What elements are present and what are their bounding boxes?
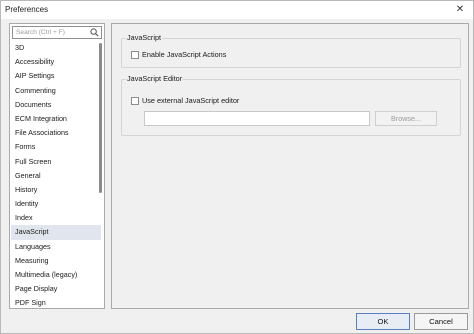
sidebar-item-file-associations[interactable]: File Associations bbox=[11, 126, 101, 140]
close-icon[interactable]: ✕ bbox=[453, 3, 467, 17]
sidebar-item-commenting[interactable]: Commenting bbox=[11, 84, 101, 98]
sidebar-item-page-display[interactable]: Page Display bbox=[11, 282, 101, 296]
enable-javascript-label: Enable JavaScript Actions bbox=[142, 50, 227, 59]
title-bar: Preferences ✕ bbox=[1, 1, 473, 19]
preferences-dialog: Preferences ✕ Search (Ctrl + F) 3D Access… bbox=[0, 0, 474, 334]
sidebar-item-javascript[interactable]: JavaScript bbox=[11, 225, 101, 240]
external-editor-row[interactable]: Use external JavaScript editor bbox=[131, 96, 239, 105]
category-sidebar: Search (Ctrl + F) 3D Accessibility AIP Set… bbox=[9, 23, 105, 309]
scroll-thumb[interactable] bbox=[99, 43, 102, 193]
ok-button[interactable]: OK bbox=[356, 313, 410, 330]
sidebar-item-full-screen[interactable]: Full Screen bbox=[11, 155, 101, 169]
sidebar-item-accessibility[interactable]: Accessibility bbox=[11, 55, 101, 69]
settings-panel: JavaScript Enable JavaScript Actions Jav… bbox=[111, 23, 469, 309]
javascript-group-label: JavaScript bbox=[126, 33, 163, 42]
cancel-button[interactable]: Cancel bbox=[414, 313, 468, 330]
sidebar-item-history[interactable]: History bbox=[11, 183, 101, 197]
sidebar-item-ecm-integration[interactable]: ECM Integration bbox=[11, 112, 101, 126]
sidebar-item-aip-settings[interactable]: AIP Settings bbox=[11, 69, 101, 83]
sidebar-item-forms[interactable]: Forms bbox=[11, 140, 101, 154]
sidebar-scrollbar[interactable] bbox=[99, 41, 103, 307]
sidebar-item-3d[interactable]: 3D bbox=[11, 41, 101, 55]
javascript-editor-group bbox=[121, 79, 461, 136]
category-list: 3D Accessibility AIP Settings Commenting Doc… bbox=[11, 41, 101, 308]
javascript-editor-group-label: JavaScript Editor bbox=[126, 74, 184, 83]
search-icon[interactable] bbox=[90, 28, 99, 37]
sidebar-item-languages[interactable]: Languages bbox=[11, 240, 101, 254]
browse-button[interactable]: Browse... bbox=[375, 111, 437, 126]
enable-javascript-row[interactable]: Enable JavaScript Actions bbox=[131, 50, 226, 59]
sidebar-item-multimedia-legacy[interactable]: Multimedia (legacy) bbox=[11, 268, 101, 282]
sidebar-item-index[interactable]: Index bbox=[11, 211, 101, 225]
sidebar-item-measuring[interactable]: Measuring bbox=[11, 254, 101, 268]
external-editor-label: Use external JavaScript editor bbox=[142, 96, 240, 105]
sidebar-item-pdf-sign[interactable]: PDF Sign bbox=[11, 296, 101, 308]
search-input[interactable]: Search (Ctrl + F) bbox=[12, 26, 102, 39]
enable-javascript-checkbox[interactable] bbox=[131, 50, 139, 59]
search-placeholder: Search (Ctrl + F) bbox=[16, 29, 65, 36]
sidebar-item-identity[interactable]: Identity bbox=[11, 197, 101, 211]
editor-path-field[interactable] bbox=[144, 111, 370, 126]
sidebar-item-documents[interactable]: Documents bbox=[11, 98, 101, 112]
sidebar-item-general[interactable]: General bbox=[11, 169, 101, 183]
external-editor-checkbox[interactable] bbox=[131, 96, 139, 105]
window-title: Preferences bbox=[5, 5, 49, 14]
